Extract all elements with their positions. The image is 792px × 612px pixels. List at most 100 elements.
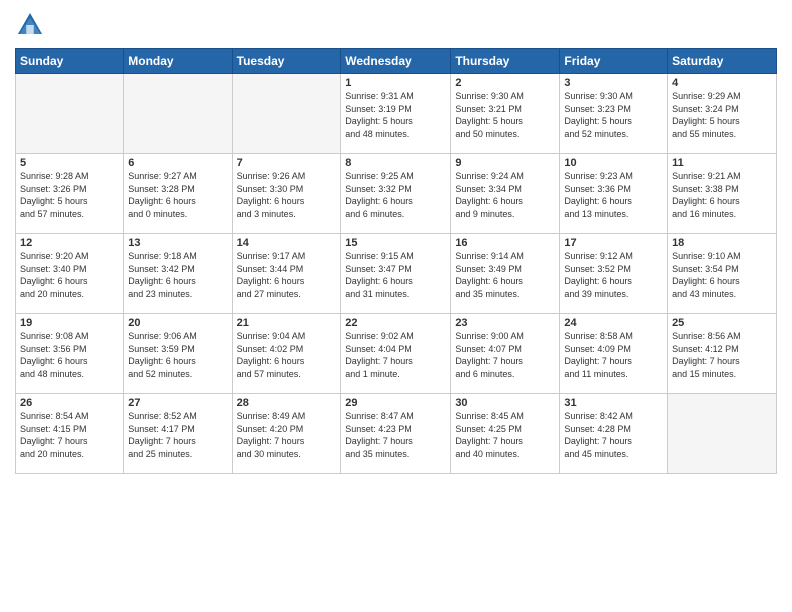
calendar-cell: 21Sunrise: 9:04 AM Sunset: 4:02 PM Dayli… xyxy=(232,314,341,394)
day-number: 13 xyxy=(128,237,227,249)
calendar-cell: 11Sunrise: 9:21 AM Sunset: 3:38 PM Dayli… xyxy=(668,154,777,234)
calendar-cell: 1Sunrise: 9:31 AM Sunset: 3:19 PM Daylig… xyxy=(341,74,451,154)
day-info: Sunrise: 9:21 AM Sunset: 3:38 PM Dayligh… xyxy=(672,170,772,220)
day-info: Sunrise: 9:27 AM Sunset: 3:28 PM Dayligh… xyxy=(128,170,227,220)
day-number: 19 xyxy=(20,317,119,329)
day-info: Sunrise: 9:08 AM Sunset: 3:56 PM Dayligh… xyxy=(20,330,119,380)
calendar-cell: 22Sunrise: 9:02 AM Sunset: 4:04 PM Dayli… xyxy=(341,314,451,394)
calendar-cell: 6Sunrise: 9:27 AM Sunset: 3:28 PM Daylig… xyxy=(124,154,232,234)
day-info: Sunrise: 9:10 AM Sunset: 3:54 PM Dayligh… xyxy=(672,250,772,300)
day-number: 2 xyxy=(455,77,555,89)
calendar-cell: 17Sunrise: 9:12 AM Sunset: 3:52 PM Dayli… xyxy=(560,234,668,314)
day-number: 21 xyxy=(237,317,337,329)
calendar-cell: 10Sunrise: 9:23 AM Sunset: 3:36 PM Dayli… xyxy=(560,154,668,234)
calendar-cell: 5Sunrise: 9:28 AM Sunset: 3:26 PM Daylig… xyxy=(16,154,124,234)
calendar-cell: 19Sunrise: 9:08 AM Sunset: 3:56 PM Dayli… xyxy=(16,314,124,394)
week-row-1: 5Sunrise: 9:28 AM Sunset: 3:26 PM Daylig… xyxy=(16,154,777,234)
calendar-cell: 20Sunrise: 9:06 AM Sunset: 3:59 PM Dayli… xyxy=(124,314,232,394)
day-info: Sunrise: 9:20 AM Sunset: 3:40 PM Dayligh… xyxy=(20,250,119,300)
day-number: 17 xyxy=(564,237,663,249)
day-number: 31 xyxy=(564,397,663,409)
day-info: Sunrise: 9:23 AM Sunset: 3:36 PM Dayligh… xyxy=(564,170,663,220)
week-row-4: 26Sunrise: 8:54 AM Sunset: 4:15 PM Dayli… xyxy=(16,394,777,474)
day-number: 8 xyxy=(345,157,446,169)
day-number: 30 xyxy=(455,397,555,409)
day-number: 3 xyxy=(564,77,663,89)
day-number: 23 xyxy=(455,317,555,329)
logo xyxy=(15,10,49,40)
calendar-cell: 31Sunrise: 8:42 AM Sunset: 4:28 PM Dayli… xyxy=(560,394,668,474)
calendar-cell xyxy=(668,394,777,474)
day-number: 28 xyxy=(237,397,337,409)
week-row-0: 1Sunrise: 9:31 AM Sunset: 3:19 PM Daylig… xyxy=(16,74,777,154)
day-info: Sunrise: 9:24 AM Sunset: 3:34 PM Dayligh… xyxy=(455,170,555,220)
day-info: Sunrise: 9:00 AM Sunset: 4:07 PM Dayligh… xyxy=(455,330,555,380)
day-number: 22 xyxy=(345,317,446,329)
day-info: Sunrise: 9:31 AM Sunset: 3:19 PM Dayligh… xyxy=(345,90,446,140)
day-number: 1 xyxy=(345,77,446,89)
header-row: SundayMondayTuesdayWednesdayThursdayFrid… xyxy=(16,49,777,74)
calendar-cell: 7Sunrise: 9:26 AM Sunset: 3:30 PM Daylig… xyxy=(232,154,341,234)
header-day-friday: Friday xyxy=(560,49,668,74)
day-number: 14 xyxy=(237,237,337,249)
header-day-sunday: Sunday xyxy=(16,49,124,74)
day-info: Sunrise: 9:12 AM Sunset: 3:52 PM Dayligh… xyxy=(564,250,663,300)
calendar-cell: 13Sunrise: 9:18 AM Sunset: 3:42 PM Dayli… xyxy=(124,234,232,314)
header-day-saturday: Saturday xyxy=(668,49,777,74)
day-info: Sunrise: 8:42 AM Sunset: 4:28 PM Dayligh… xyxy=(564,410,663,460)
day-info: Sunrise: 9:26 AM Sunset: 3:30 PM Dayligh… xyxy=(237,170,337,220)
day-number: 6 xyxy=(128,157,227,169)
calendar-cell: 25Sunrise: 8:56 AM Sunset: 4:12 PM Dayli… xyxy=(668,314,777,394)
day-info: Sunrise: 9:28 AM Sunset: 3:26 PM Dayligh… xyxy=(20,170,119,220)
day-number: 7 xyxy=(237,157,337,169)
day-number: 26 xyxy=(20,397,119,409)
day-info: Sunrise: 9:14 AM Sunset: 3:49 PM Dayligh… xyxy=(455,250,555,300)
day-info: Sunrise: 9:18 AM Sunset: 3:42 PM Dayligh… xyxy=(128,250,227,300)
calendar-table: SundayMondayTuesdayWednesdayThursdayFrid… xyxy=(15,48,777,474)
calendar-cell: 4Sunrise: 9:29 AM Sunset: 3:24 PM Daylig… xyxy=(668,74,777,154)
day-info: Sunrise: 9:06 AM Sunset: 3:59 PM Dayligh… xyxy=(128,330,227,380)
calendar-cell: 15Sunrise: 9:15 AM Sunset: 3:47 PM Dayli… xyxy=(341,234,451,314)
day-number: 27 xyxy=(128,397,227,409)
day-number: 10 xyxy=(564,157,663,169)
calendar-cell: 29Sunrise: 8:47 AM Sunset: 4:23 PM Dayli… xyxy=(341,394,451,474)
day-number: 12 xyxy=(20,237,119,249)
day-number: 25 xyxy=(672,317,772,329)
logo-icon xyxy=(15,10,45,40)
day-info: Sunrise: 9:30 AM Sunset: 3:21 PM Dayligh… xyxy=(455,90,555,140)
calendar-cell: 16Sunrise: 9:14 AM Sunset: 3:49 PM Dayli… xyxy=(451,234,560,314)
calendar-cell: 2Sunrise: 9:30 AM Sunset: 3:21 PM Daylig… xyxy=(451,74,560,154)
calendar-cell: 27Sunrise: 8:52 AM Sunset: 4:17 PM Dayli… xyxy=(124,394,232,474)
day-number: 18 xyxy=(672,237,772,249)
calendar-cell: 28Sunrise: 8:49 AM Sunset: 4:20 PM Dayli… xyxy=(232,394,341,474)
day-info: Sunrise: 9:25 AM Sunset: 3:32 PM Dayligh… xyxy=(345,170,446,220)
day-number: 24 xyxy=(564,317,663,329)
week-row-2: 12Sunrise: 9:20 AM Sunset: 3:40 PM Dayli… xyxy=(16,234,777,314)
day-number: 11 xyxy=(672,157,772,169)
page: SundayMondayTuesdayWednesdayThursdayFrid… xyxy=(0,0,792,612)
week-row-3: 19Sunrise: 9:08 AM Sunset: 3:56 PM Dayli… xyxy=(16,314,777,394)
day-info: Sunrise: 9:02 AM Sunset: 4:04 PM Dayligh… xyxy=(345,330,446,380)
calendar-cell: 14Sunrise: 9:17 AM Sunset: 3:44 PM Dayli… xyxy=(232,234,341,314)
calendar-cell: 9Sunrise: 9:24 AM Sunset: 3:34 PM Daylig… xyxy=(451,154,560,234)
day-info: Sunrise: 9:30 AM Sunset: 3:23 PM Dayligh… xyxy=(564,90,663,140)
day-info: Sunrise: 9:29 AM Sunset: 3:24 PM Dayligh… xyxy=(672,90,772,140)
day-info: Sunrise: 9:04 AM Sunset: 4:02 PM Dayligh… xyxy=(237,330,337,380)
header-day-thursday: Thursday xyxy=(451,49,560,74)
calendar-cell xyxy=(16,74,124,154)
day-info: Sunrise: 8:45 AM Sunset: 4:25 PM Dayligh… xyxy=(455,410,555,460)
calendar-cell: 26Sunrise: 8:54 AM Sunset: 4:15 PM Dayli… xyxy=(16,394,124,474)
calendar-cell: 18Sunrise: 9:10 AM Sunset: 3:54 PM Dayli… xyxy=(668,234,777,314)
day-number: 4 xyxy=(672,77,772,89)
calendar-cell xyxy=(124,74,232,154)
calendar-cell: 3Sunrise: 9:30 AM Sunset: 3:23 PM Daylig… xyxy=(560,74,668,154)
day-info: Sunrise: 8:54 AM Sunset: 4:15 PM Dayligh… xyxy=(20,410,119,460)
calendar-cell: 23Sunrise: 9:00 AM Sunset: 4:07 PM Dayli… xyxy=(451,314,560,394)
day-info: Sunrise: 9:17 AM Sunset: 3:44 PM Dayligh… xyxy=(237,250,337,300)
day-number: 9 xyxy=(455,157,555,169)
calendar-cell xyxy=(232,74,341,154)
day-info: Sunrise: 8:47 AM Sunset: 4:23 PM Dayligh… xyxy=(345,410,446,460)
day-info: Sunrise: 8:58 AM Sunset: 4:09 PM Dayligh… xyxy=(564,330,663,380)
header-day-tuesday: Tuesday xyxy=(232,49,341,74)
calendar-cell: 30Sunrise: 8:45 AM Sunset: 4:25 PM Dayli… xyxy=(451,394,560,474)
